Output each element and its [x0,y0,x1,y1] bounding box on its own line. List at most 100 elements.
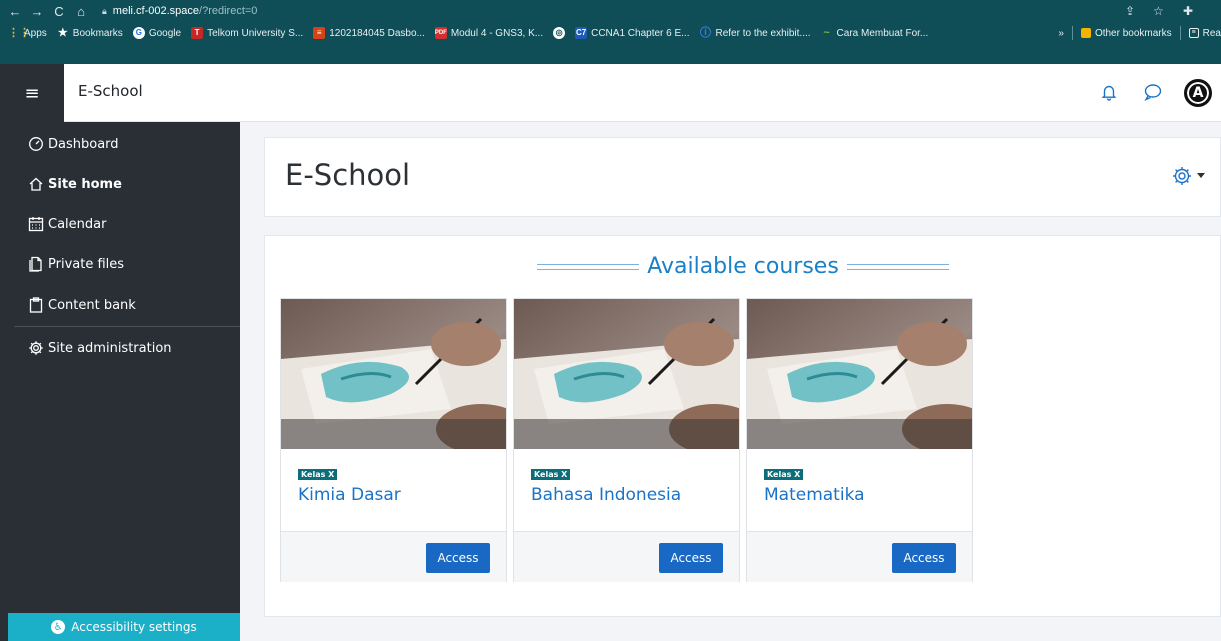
info-icon: ⓘ [699,27,711,39]
access-button[interactable]: Access [659,543,723,573]
notifications-bell-icon[interactable] [1100,83,1118,101]
bookmark-star-icon[interactable]: ☆ [1153,0,1164,22]
folder-icon [1080,28,1091,38]
bookmark-label: Modul 4 - GNS3, K... [450,27,544,39]
bookmark-label: Apps [24,27,47,39]
dashboard-gauge-icon [28,136,44,152]
messages-chat-icon[interactable] [1143,83,1163,102]
user-avatar[interactable]: A [1184,79,1212,107]
globe-icon: ◎ [553,27,566,39]
sidebar-item-calendar[interactable]: Calendar [28,216,106,232]
top-navbar: ≡ E-School A [0,64,1221,122]
accessibility-settings-button[interactable]: ♿︎ Accessibility settings [8,613,240,641]
settings-gear-icon[interactable] [1171,165,1193,187]
bookmarks-bar: ⋮⋮ Apps ★ Bookmarks G Google T Telkom Un… [0,22,1221,44]
bookmark-label: Google [148,27,182,39]
bookmark-label: CCNA1 Chapter 6 E... [591,27,690,39]
course-card: Kelas X Matematika Access [746,298,973,582]
available-courses-section: Available courses Kelas X Kimia Dasar Ac… [264,235,1221,617]
dashboard-icon: ≡ [313,27,326,39]
course-category-badge[interactable]: Kelas X [531,469,571,480]
course-footer: Access [281,531,506,582]
url-path: /?redirect=0 [199,5,258,17]
pdf-icon: PDF [434,27,447,39]
sidebar-divider [14,326,240,327]
course-card: Kelas X Bahasa Indonesia Access [513,298,740,582]
gear-icon [28,340,44,356]
other-bookmarks[interactable]: Other bookmarks [1080,28,1172,39]
clipboard-icon [28,297,44,313]
course-image[interactable] [514,299,739,449]
home-browser-icon[interactable]: ⌂ [70,4,92,19]
course-footer: Access [514,531,739,582]
course-category-badge[interactable]: Kelas X [764,469,804,480]
telkom-icon: T [191,27,204,39]
bookmarks-right: » Other bookmarks ≡ Rea [1050,22,1221,44]
extensions-icon[interactable]: ✚ [1183,0,1193,22]
site-brand[interactable]: E-School [78,82,143,100]
bookmark-telkom[interactable]: T Telkom University S... [191,27,303,39]
star-icon: ★ [57,27,68,39]
course-image[interactable] [281,299,506,449]
lock-icon: 🔒︎ [102,5,107,16]
sidebar-item-dashboard[interactable]: Dashboard [28,136,119,152]
url-host: meli.cf-002.space [112,5,200,17]
course-title-link[interactable]: Bahasa Indonesia [531,485,681,505]
sidebar-item-label: Private files [48,256,125,272]
address-row: ← → C ⌂ 🔒︎ meli.cf-002.space/?redirect=0… [0,0,1221,22]
bookmark-exhibit[interactable]: ⓘ Refer to the exhibit.... [699,27,811,39]
bookmark-dasbo[interactable]: ≡ 1202184045 Dasbo... [313,27,425,39]
browser-strip [0,44,1221,64]
sidebar-item-label: Calendar [48,216,107,232]
access-button[interactable]: Access [892,543,956,573]
page-title: E-School [285,158,411,192]
sidebar-item-label: Site administration [48,340,172,356]
reading-list-icon: ≡ [1188,28,1199,38]
home-icon [28,176,44,192]
course-title-link[interactable]: Matematika [764,485,865,505]
sidebar-item-site-home[interactable]: Site home [28,176,122,192]
reload-icon[interactable]: C [48,4,70,19]
bookmark-label: 1202184045 Dasbo... [329,27,425,39]
url-bar[interactable]: 🔒︎ meli.cf-002.space/?redirect=0 [102,5,257,17]
files-icon [28,256,44,272]
sidebar-item-content-bank[interactable]: Content bank [28,297,136,313]
heading-rule-right [846,263,949,270]
sidebar-item-label: Site home [48,176,122,192]
bookmark-cara[interactable]: ~ Cara Membuat For... [821,27,928,39]
course-image[interactable] [747,299,972,449]
more-bookmarks-button[interactable]: » [1058,28,1064,39]
page-header: E-School [264,137,1221,217]
course-category-badge[interactable]: Kelas X [298,469,338,480]
apps-grid-icon: ⋮⋮ [8,27,30,39]
back-icon[interactable]: ← [4,4,26,19]
menu-toggle-button[interactable]: ≡ [0,64,64,122]
bookmark-globe[interactable]: ◎ [553,27,566,39]
sidebar-item-private-files[interactable]: Private files [28,256,124,272]
nav-drawer: Dashboard Site home Calendar Private fil… [0,122,240,641]
divider [1071,26,1073,40]
course-card: Kelas X Kimia Dasar Access [280,298,507,582]
sidebar-item-site-administration[interactable]: Site administration [28,340,172,356]
forward-icon[interactable]: → [26,4,48,19]
sidebar-item-label: Dashboard [48,136,119,152]
share-icon[interactable]: ⇪ [1125,0,1135,22]
bookmark-modul[interactable]: PDF Modul 4 - GNS3, K... [434,27,544,39]
reading-list[interactable]: ≡ Rea [1188,27,1221,39]
accessibility-icon: ♿︎ [51,620,66,634]
accessibility-label: Accessibility settings [71,620,197,634]
bookmark-ccna[interactable]: C7 CCNA1 Chapter 6 E... [575,27,689,39]
section-heading: Available courses [523,254,963,279]
chevron-down-icon[interactable] [1197,173,1205,178]
access-button[interactable]: Access [426,543,490,573]
section-title: Available courses [647,254,839,279]
course-title-link[interactable]: Kimia Dasar [298,485,401,505]
bookmark-google[interactable]: G Google [132,27,182,39]
reading-list-label: Rea [1202,27,1221,39]
bookmark-bookmarks[interactable]: ★ Bookmarks [57,27,123,39]
bookmark-label: Bookmarks [72,27,123,39]
wave-icon: ~ [823,27,830,39]
bookmark-apps[interactable]: ⋮⋮ Apps [8,27,47,39]
c7-icon: C7 [575,27,588,39]
bookmark-label: Refer to the exhibit.... [715,27,811,39]
